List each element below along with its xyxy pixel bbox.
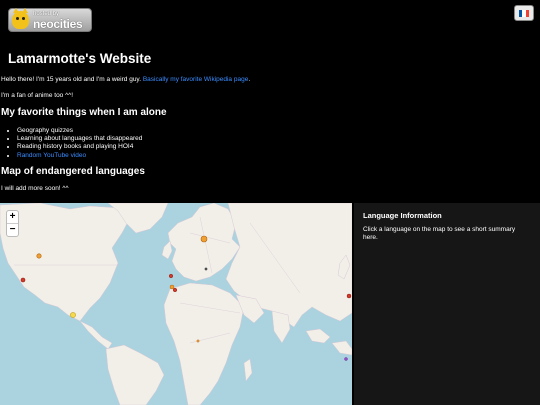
language-marker: [196, 339, 200, 343]
favorite-things-list: Geography quizzes Learning about languag…: [9, 127, 142, 160]
language-switch-button[interactable]: [514, 5, 534, 21]
page-title: Lamarmotte's Website: [8, 51, 152, 66]
anime-paragraph: I'm a fan of anime too ^^!: [1, 92, 74, 99]
language-marker: [20, 277, 26, 283]
language-marker: [169, 284, 175, 290]
language-marker: [172, 287, 178, 293]
language-info-panel: Language Information Click a language on…: [354, 203, 540, 405]
intro-paragraph: Hello there! I'm 15 years old and I'm a …: [1, 76, 250, 83]
zoom-in-button[interactable]: +: [7, 211, 18, 223]
favorite-things-heading: My favorite things when I am alone: [1, 107, 167, 118]
zoom-control: + −: [6, 210, 19, 237]
language-marker: [200, 235, 208, 243]
language-marker: [346, 293, 352, 299]
neocities-cat-logo-icon: [12, 8, 29, 29]
badge-neocities: neocities: [33, 17, 83, 31]
language-marker: [70, 312, 76, 318]
list-item: Geography quizzes: [17, 127, 142, 135]
world-map-tiles: [0, 203, 352, 405]
map-note: I will add more soon! ^^: [1, 185, 69, 192]
list-item: Random YouTube video: [17, 152, 142, 160]
flag-france-icon: [519, 9, 529, 17]
info-panel-heading: Language Information: [363, 211, 442, 220]
language-marker: [36, 253, 42, 259]
neocities-badge[interactable]: hosted by neocities: [8, 8, 92, 32]
language-marker: [168, 273, 174, 279]
youtube-link[interactable]: Random YouTube video: [17, 152, 86, 159]
list-item: Learning about languages that disappeare…: [17, 135, 142, 143]
wikipedia-link[interactable]: Basically my favorite Wikipedia page: [143, 76, 249, 83]
language-marker: [204, 267, 208, 271]
list-item: Reading history books and playing HOI4: [17, 143, 142, 151]
map-heading: Map of endangered languages: [1, 166, 145, 177]
zoom-out-button[interactable]: −: [7, 223, 18, 236]
language-marker: [344, 357, 348, 361]
info-panel-text: Click a language on the map to see a sho…: [363, 226, 516, 241]
intro-text: Hello there! I'm 15 years old and I'm a …: [1, 76, 143, 83]
intro-tail: .: [248, 76, 251, 83]
endangered-languages-map[interactable]: + −: [0, 203, 352, 405]
